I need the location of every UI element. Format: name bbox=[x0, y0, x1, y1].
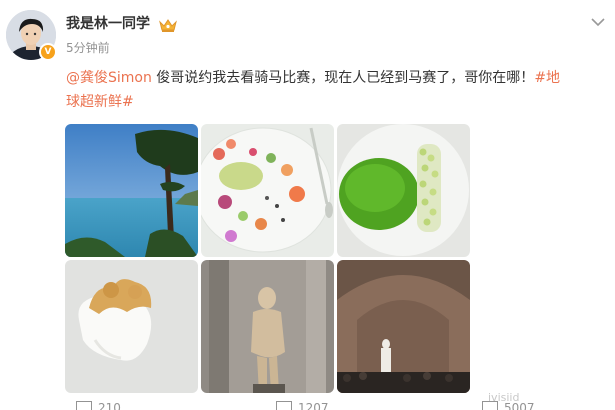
repost-icon bbox=[76, 401, 92, 410]
post-text: @龚俊Simon 俊哥说约我去看骑马比赛，现在人已经到马赛了，哥你在哪！#地球超… bbox=[66, 66, 606, 114]
comment-icon bbox=[276, 401, 292, 410]
watermark-text: ivisiid bbox=[488, 391, 520, 404]
post-timestamp[interactable]: 5分钟前 bbox=[66, 41, 110, 55]
comment-count: 1207 bbox=[298, 401, 329, 410]
post-body-text: 俊哥说约我去看骑马比赛，现在人已经到马赛了，哥你在哪！ bbox=[151, 70, 535, 86]
comment-button[interactable]: 1207 bbox=[276, 401, 329, 410]
username[interactable]: 我是林一同学 bbox=[66, 15, 150, 33]
avatar[interactable]: V bbox=[6, 10, 57, 61]
verified-badge-icon: V bbox=[39, 43, 57, 61]
repost-button[interactable]: 210 bbox=[76, 401, 121, 410]
fine-dining-plate-photo[interactable] bbox=[201, 124, 334, 257]
mention-link[interactable]: @龚俊Simon bbox=[66, 70, 152, 86]
hashtag-link-part2[interactable]: 球超新鲜# bbox=[66, 94, 134, 110]
weibo-post-card: V 我是林一同学 5分钟前 @龚俊Simon 俊哥说约我去看骑马比赛，现在人已经… bbox=[0, 0, 615, 410]
museum-hall-statue-photo[interactable] bbox=[337, 260, 470, 393]
cream-dessert-photo[interactable] bbox=[65, 260, 198, 393]
vip-crown-icon[interactable] bbox=[158, 17, 178, 33]
green-sauce-dish-photo[interactable] bbox=[337, 124, 470, 257]
ancient-statue-photo[interactable] bbox=[201, 260, 334, 393]
repost-count: 210 bbox=[98, 401, 121, 410]
coastal-sea-view-photo[interactable] bbox=[65, 124, 198, 257]
hashtag-link-part1[interactable]: #地 bbox=[534, 70, 560, 86]
chevron-down-icon[interactable] bbox=[590, 13, 606, 27]
